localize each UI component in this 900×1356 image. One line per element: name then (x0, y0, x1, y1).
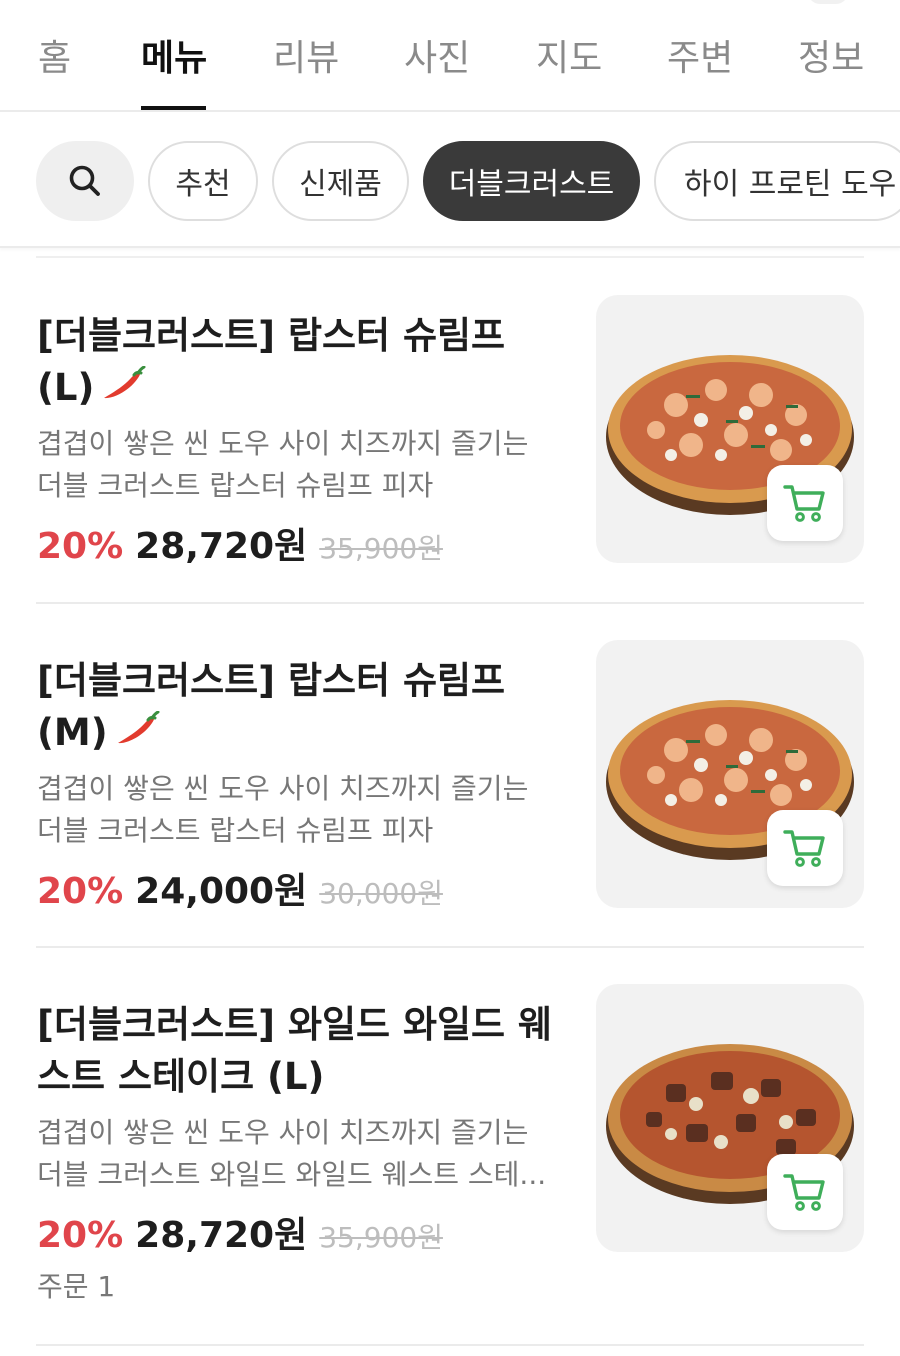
menu-item-title-line1: [더블크러스트] 랍스터 슈림프 (37, 659, 506, 702)
menu-item-divider (36, 946, 864, 948)
menu-item-title-line1: [더블크러스트] 랍스터 슈림프 (37, 314, 506, 357)
menu-item-title-line2: (L) (37, 366, 95, 409)
menu-item-description-line2: 더블 크러스트 랍스터 슈림프 피자 (37, 469, 434, 502)
discount-rate: 20% (37, 871, 124, 912)
menu-item-price-row: 20% 28,720원 35,900원 (37, 1206, 443, 1256)
cart-icon (783, 1174, 825, 1211)
menu-item-description-line2: 더블 크러스트 랍스터 슈림프 피자 (37, 814, 434, 847)
cart-icon (783, 485, 825, 522)
chip-high-protein-dough[interactable]: 하이 프로틴 도우 (654, 141, 900, 221)
tab-photos[interactable]: 사진 (404, 36, 470, 82)
search-button[interactable] (36, 141, 134, 221)
original-price: 30,000원 (319, 877, 443, 910)
discount-rate: 20% (37, 526, 124, 567)
original-price: 35,900원 (319, 1221, 443, 1254)
active-tab-indicator (141, 106, 206, 110)
category-filter-bar: 추천 신제품 더블크러스트 하이 프로틴 도우 (0, 114, 900, 248)
chip-recommended[interactable]: 추천 (148, 141, 258, 221)
menu-item-title-line2: (M) (37, 711, 108, 754)
menu-item-divider (36, 602, 864, 604)
chili-pepper-icon (114, 709, 160, 761)
tab-nearby[interactable]: 주변 (667, 36, 733, 82)
discount-rate: 20% (37, 1215, 124, 1256)
menu-item-title: [더블크러스트] 랍스터 슈림프 (L) (37, 310, 577, 416)
menu-item-divider (36, 1344, 864, 1346)
search-icon (69, 165, 100, 196)
menu-item-description: 겹겹이 쌓은 씬 도우 사이 치즈까지 즐기는 더블 크러스트 랍스터 슈림프 … (37, 423, 557, 507)
sale-price: 28,720원 (135, 1215, 308, 1256)
sale-price: 28,720원 (135, 526, 308, 567)
list-top-divider (36, 256, 864, 258)
menu-item-price-row: 20% 24,000원 30,000원 (37, 862, 443, 912)
tab-bar: 홈 메뉴 리뷰 사진 지도 주변 정보 (0, 0, 900, 112)
tab-home[interactable]: 홈 (38, 36, 71, 82)
chip-double-crust[interactable]: 더블크러스트 (423, 141, 640, 221)
tab-map[interactable]: 지도 (536, 36, 602, 82)
menu-item-image[interactable] (596, 640, 864, 908)
tab-menu[interactable]: 메뉴 (141, 36, 207, 82)
menu-item-description: 겹겹이 쌓은 씬 도우 사이 치즈까지 즐기는 더블 크러스트 와일드 와일드 … (37, 1112, 557, 1196)
add-to-cart-button[interactable] (767, 465, 843, 541)
menu-item-title: [더블크러스트] 와일드 와일드 웨 스트 스테이크 (L) (37, 999, 577, 1103)
menu-item-description: 겹겹이 쌓은 씬 도우 사이 치즈까지 즐기는 더블 크러스트 랍스터 슈림프 … (37, 768, 557, 852)
menu-item-image[interactable] (596, 295, 864, 563)
sale-price: 24,000원 (135, 871, 308, 912)
menu-item-title-line1: [더블크러스트] 와일드 와일드 웨 (37, 1003, 552, 1046)
chili-pepper-icon (100, 364, 146, 416)
menu-item-description-line1: 겹겹이 쌓은 씬 도우 사이 치즈까지 즐기는 (37, 427, 529, 460)
menu-item-price-row: 20% 28,720원 35,900원 (37, 517, 443, 567)
order-count: 주문 1 (37, 1270, 116, 1303)
cart-icon (783, 830, 825, 867)
tab-info[interactable]: 정보 (798, 36, 864, 82)
chip-new-products[interactable]: 신제품 (272, 141, 409, 221)
menu-item-title-line2: 스트 스테이크 (L) (37, 1055, 325, 1098)
menu-item-description-line1: 겹겹이 쌓은 씬 도우 사이 치즈까지 즐기는 (37, 1116, 529, 1149)
menu-item-description-line1: 겹겹이 쌓은 씬 도우 사이 치즈까지 즐기는 (37, 772, 529, 805)
menu-item-description-line2: 더블 크러스트 와일드 와일드 웨스트 스테... (37, 1158, 547, 1191)
menu-item-title: [더블크러스트] 랍스터 슈림프 (M) (37, 655, 577, 761)
add-to-cart-button[interactable] (767, 810, 843, 886)
menu-item-image[interactable] (596, 984, 864, 1252)
top-edge-decoration (808, 0, 848, 4)
original-price: 35,900원 (319, 532, 443, 565)
tab-reviews[interactable]: 리뷰 (273, 36, 339, 82)
add-to-cart-button[interactable] (767, 1154, 843, 1230)
